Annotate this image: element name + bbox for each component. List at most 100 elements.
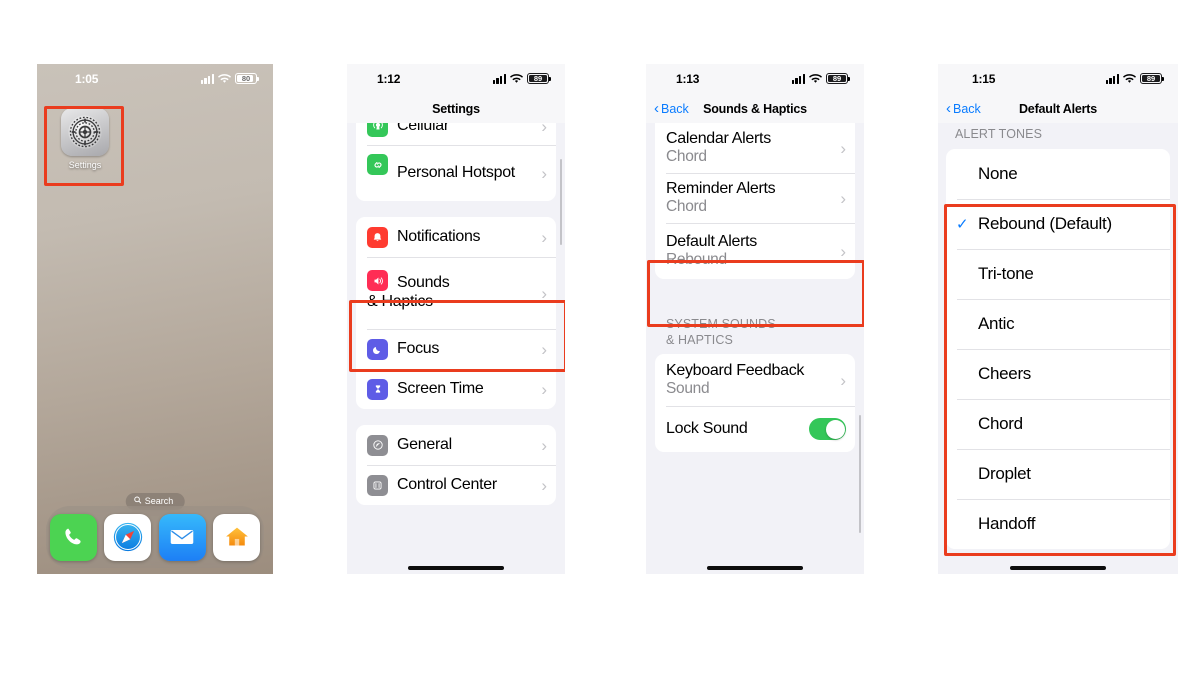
alert-sounds-group: Calendar Alerts Chord › Reminder Alerts … bbox=[655, 123, 855, 279]
sidebar-item-label: Cellular bbox=[397, 123, 449, 134]
home-indicator bbox=[1010, 566, 1106, 570]
alert-tones-scroll-area[interactable]: ALERT TONES None ✓ Rebound (Default) Tri… bbox=[938, 123, 1178, 574]
sounds-scroll-area[interactable]: Calendar Alerts Chord › Reminder Alerts … bbox=[646, 123, 864, 574]
app-icon-settings[interactable]: Settings bbox=[53, 108, 117, 170]
battery-percent: 89 bbox=[533, 73, 543, 83]
hotspot-icon bbox=[367, 154, 388, 175]
default-alerts-screen: 1:15 89 ‹ Back Default Alerts ALERT TONE… bbox=[938, 64, 1178, 574]
chevron-right-icon: › bbox=[541, 339, 547, 359]
sidebar-item-control-center[interactable]: Control Center › bbox=[356, 465, 556, 505]
tone-label: Handoff bbox=[978, 513, 1036, 533]
chevron-right-icon: › bbox=[541, 379, 547, 399]
tone-option-tri-tone[interactable]: Tri-tone bbox=[946, 248, 1170, 299]
battery-icon: 89 bbox=[826, 73, 850, 84]
dock-item-safari[interactable] bbox=[104, 513, 152, 561]
dock-item-mail[interactable] bbox=[158, 513, 206, 561]
page-title: Default Alerts bbox=[1018, 101, 1097, 116]
settings-scroll-area[interactable]: Cellular › Personal Hotspot › Notificati… bbox=[347, 123, 565, 574]
sidebar-item-cellular[interactable]: Cellular › bbox=[356, 123, 556, 145]
sidebar-item-label: Screen Time bbox=[397, 379, 484, 397]
tone-option-rebound[interactable]: ✓ Rebound (Default) bbox=[946, 198, 1170, 249]
status-bar: 1:05 80 bbox=[37, 64, 273, 94]
status-bar: 1:12 89 bbox=[347, 64, 565, 94]
tone-option-antic[interactable]: Antic bbox=[946, 298, 1170, 349]
scroll-indicator[interactable] bbox=[559, 159, 562, 245]
signal-bars-icon bbox=[1105, 74, 1119, 84]
sidebar-item-sounds-haptics[interactable]: Sounds & Haptics › bbox=[356, 257, 556, 329]
app-label: Settings bbox=[68, 160, 102, 170]
settings-screen: 1:12 89 Settings Cellular › Personal Hot… bbox=[347, 64, 565, 574]
phone-default-alerts: 1:15 89 ‹ Back Default Alerts ALERT TONE… bbox=[938, 64, 1178, 574]
sidebar-item-general[interactable]: General › bbox=[356, 425, 556, 465]
back-button[interactable]: ‹ Back bbox=[654, 101, 689, 116]
battery-icon: 89 bbox=[1140, 73, 1164, 84]
chevron-right-icon: › bbox=[541, 475, 547, 495]
row-label: Lock Sound bbox=[666, 419, 748, 437]
signal-bars-icon bbox=[791, 74, 805, 84]
signal-bars-icon bbox=[492, 74, 506, 84]
status-indicators: 89 bbox=[1105, 73, 1164, 84]
row-calendar-alerts[interactable]: Calendar Alerts Chord › bbox=[655, 123, 855, 173]
sidebar-item-label: Focus bbox=[397, 339, 440, 357]
row-default-alerts[interactable]: Default Alerts Rebound › bbox=[655, 223, 855, 279]
phone-home-screen: 1:05 80 Settings Search bbox=[37, 64, 273, 574]
sidebar-item-personal-hotspot[interactable]: Personal Hotspot › bbox=[356, 145, 556, 201]
back-button-label: Back bbox=[953, 101, 981, 116]
signal-bars-icon bbox=[200, 74, 214, 84]
dock-item-phone[interactable] bbox=[49, 513, 97, 561]
focus-moon-icon bbox=[367, 338, 388, 360]
chevron-right-icon: › bbox=[840, 241, 846, 261]
search-label: Search bbox=[144, 496, 174, 506]
back-button[interactable]: ‹ Back bbox=[946, 99, 981, 117]
phone-settings-list: 1:12 89 Settings Cellular › Personal Hot… bbox=[347, 64, 565, 574]
nav-bar: Settings bbox=[347, 94, 565, 123]
mail-envelope-icon bbox=[170, 530, 194, 544]
battery-icon: 80 bbox=[235, 73, 259, 84]
chevron-left-icon: ‹ bbox=[946, 99, 951, 117]
home-dock bbox=[46, 506, 264, 568]
row-text: Default Alerts Rebound bbox=[666, 232, 757, 269]
search-icon bbox=[134, 496, 142, 506]
wifi-icon bbox=[218, 73, 231, 84]
battery-percent: 89 bbox=[1146, 73, 1156, 83]
tone-label: None bbox=[978, 163, 1018, 183]
dock-item-home[interactable] bbox=[213, 513, 261, 561]
chevron-right-icon: › bbox=[840, 138, 846, 158]
settings-gear-icon bbox=[61, 108, 109, 156]
battery-icon: 89 bbox=[527, 73, 551, 84]
notifications-bell-icon bbox=[367, 226, 388, 248]
tone-option-chord[interactable]: Chord bbox=[946, 398, 1170, 449]
row-text: Reminder Alerts Chord bbox=[666, 179, 776, 216]
tone-option-cheers[interactable]: Cheers bbox=[946, 348, 1170, 399]
system-sounds-group: Keyboard Feedback Sound › Lock Sound bbox=[655, 354, 855, 453]
row-reminder-alerts[interactable]: Reminder Alerts Chord › bbox=[655, 173, 855, 223]
chevron-right-icon: › bbox=[541, 283, 547, 303]
row-keyboard-feedback[interactable]: Keyboard Feedback Sound › bbox=[655, 354, 855, 406]
chevron-right-icon: › bbox=[541, 123, 547, 136]
sidebar-item-focus[interactable]: Focus › bbox=[356, 329, 556, 369]
tone-label: Chord bbox=[978, 413, 1023, 433]
sidebar-item-label: Control Center bbox=[397, 475, 497, 493]
tone-option-handoff[interactable]: Handoff bbox=[946, 498, 1170, 549]
battery-percent: 80 bbox=[241, 73, 251, 83]
lock-sound-toggle[interactable] bbox=[809, 418, 846, 441]
status-time: 1:15 bbox=[972, 72, 996, 86]
sidebar-item-label: Sounds & Haptics bbox=[367, 274, 450, 310]
status-indicators: 89 bbox=[492, 73, 551, 84]
phone-icon bbox=[65, 528, 81, 545]
scroll-indicator[interactable] bbox=[858, 415, 861, 533]
row-lock-sound[interactable]: Lock Sound bbox=[655, 406, 855, 452]
status-bar: 1:15 89 bbox=[938, 64, 1178, 94]
tone-label: Droplet bbox=[978, 463, 1031, 483]
page-title: Settings bbox=[432, 101, 480, 116]
row-text: Calendar Alerts Chord bbox=[666, 129, 771, 166]
tone-option-none[interactable]: None bbox=[946, 149, 1170, 199]
home-house-icon bbox=[225, 527, 248, 546]
general-gear-icon bbox=[367, 434, 388, 456]
tone-option-droplet[interactable]: Droplet bbox=[946, 448, 1170, 499]
home-indicator bbox=[408, 566, 504, 570]
sidebar-item-screen-time[interactable]: Screen Time › bbox=[356, 369, 556, 409]
alert-tones-group: None ✓ Rebound (Default) Tri-tone Antic bbox=[946, 148, 1170, 549]
sounds-haptics-screen: 1:13 89 ‹ Back Sounds & Haptics Calendar… bbox=[646, 64, 864, 574]
sidebar-item-notifications[interactable]: Notifications › bbox=[356, 217, 556, 257]
